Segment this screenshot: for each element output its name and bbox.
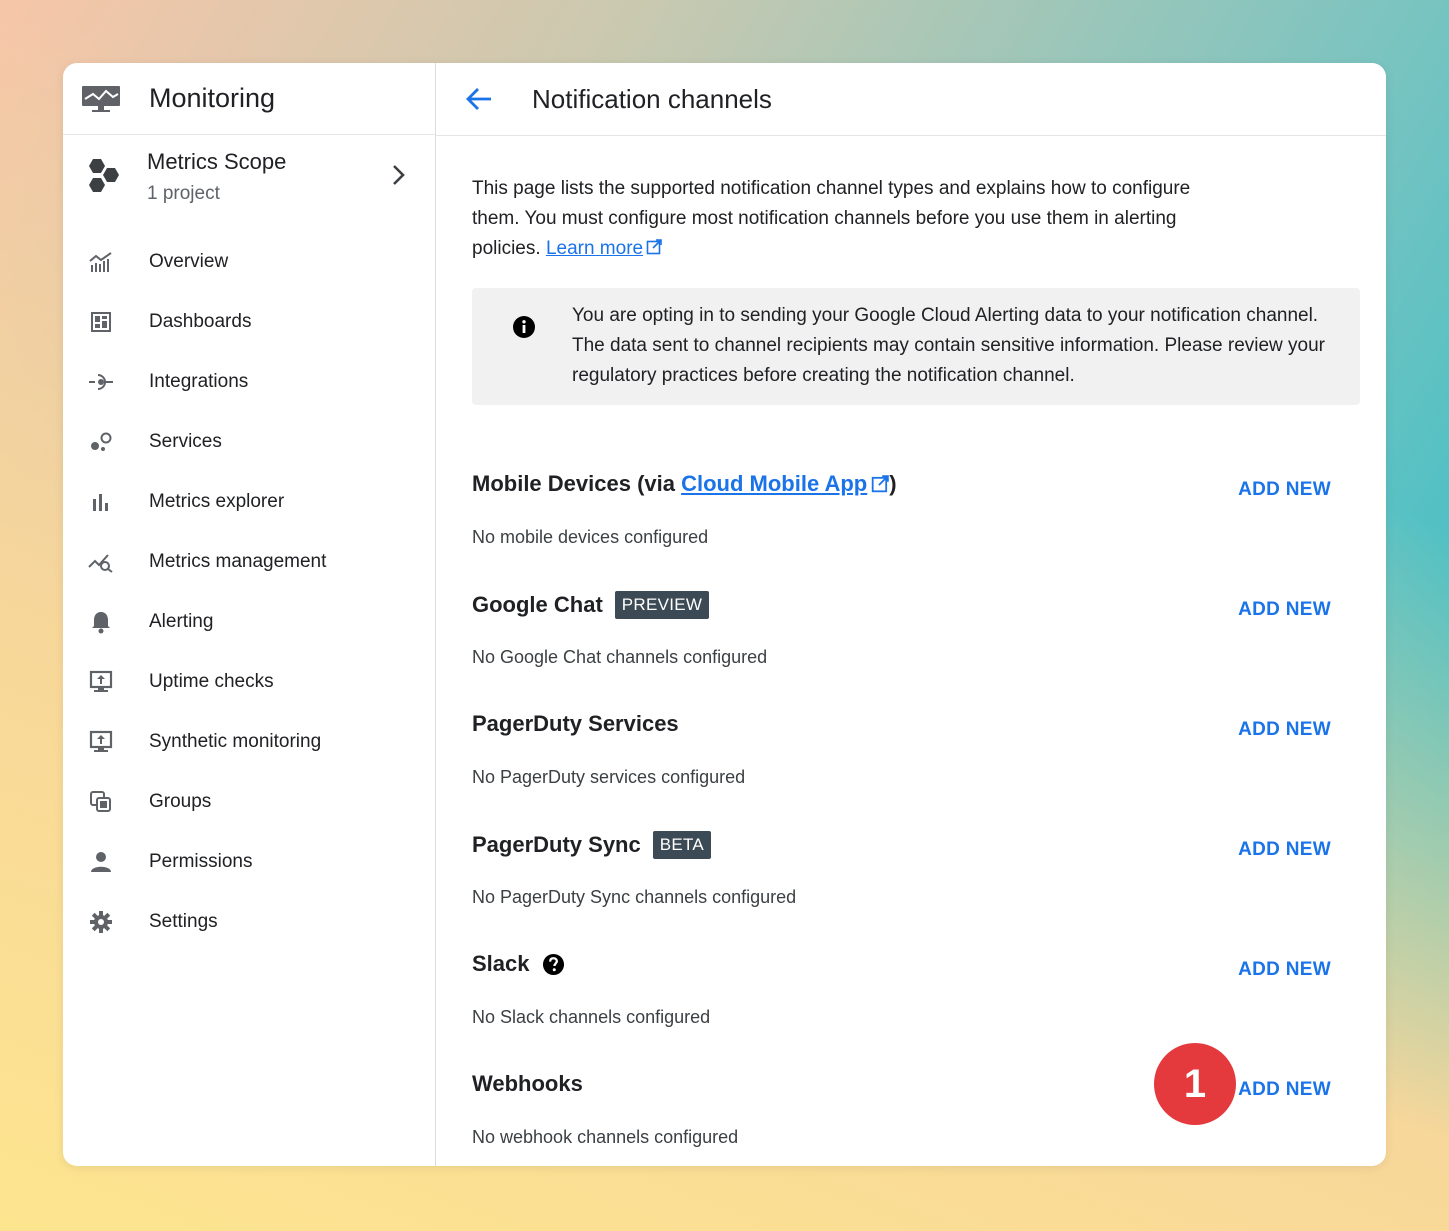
channel-title: Google Chat PREVIEW [472, 591, 710, 619]
sidebar-item-dashboards[interactable]: Dashboards [63, 292, 435, 352]
sidebar: Monitoring Metrics Scope 1 project Overv… [63, 63, 436, 1166]
sidebar-item-integrations[interactable]: Integrations [63, 352, 435, 412]
channel-title: PagerDuty Sync BETA [472, 831, 712, 859]
notice-text: You are opting in to sending your Google… [572, 305, 1326, 386]
step-number-badge: 1 [1154, 1043, 1236, 1125]
main-content: Notification channels This page lists th… [436, 63, 1386, 1166]
sidebar-item-services[interactable]: Services [63, 412, 435, 472]
sidebar-item-groups[interactable]: Groups [63, 772, 435, 832]
learn-more-link[interactable]: Learn more [546, 238, 643, 259]
sidebar-item-label: Integrations [149, 371, 249, 392]
add-new-slack-button[interactable]: ADD NEW [1238, 959, 1331, 981]
overview-icon [89, 252, 112, 272]
sidebar-item-label: Services [149, 431, 222, 452]
channel-title: Mobile Devices (via Cloud Mobile App ) [472, 471, 897, 497]
sidebar-item-label: Metrics management [149, 551, 327, 572]
app-window: Monitoring Metrics Scope 1 project Overv… [63, 63, 1386, 1166]
add-new-mobile-button[interactable]: ADD NEW [1238, 479, 1331, 501]
sidebar-nav: Overview Dashboards Integrations Service… [63, 232, 435, 952]
channel-slack: Slack ADD NEW No Slack channels configur… [472, 933, 1360, 1053]
monitor-icon [89, 670, 113, 692]
sidebar-item-metrics-explorer[interactable]: Metrics explorer [63, 472, 435, 532]
hexagons-icon [89, 159, 119, 192]
gear-icon [90, 911, 112, 933]
channel-status: No Slack channels configured [472, 1007, 711, 1027]
add-new-google-chat-button[interactable]: ADD NEW [1238, 599, 1331, 621]
groups-icon [90, 791, 111, 812]
page-header: Notification channels [436, 63, 1386, 136]
intro-text: This page lists the supported notificati… [472, 178, 1191, 259]
channel-status: No webhook channels configured [472, 1127, 739, 1147]
sidebar-item-metrics-management[interactable]: Metrics management [63, 532, 435, 592]
external-link-icon [872, 475, 890, 493]
monitor-icon [89, 730, 113, 752]
sidebar-item-label: Alerting [149, 611, 214, 632]
add-new-pagerduty-sync-button[interactable]: ADD NEW [1238, 839, 1331, 861]
app-title: Monitoring [149, 83, 276, 113]
sidebar-item-overview[interactable]: Overview [63, 232, 435, 292]
dashboards-icon [91, 312, 111, 332]
channel-status: No mobile devices configured [472, 527, 709, 547]
back-arrow-icon[interactable] [464, 84, 494, 114]
sidebar-header: Monitoring [63, 63, 435, 135]
sidebar-item-permissions[interactable]: Permissions [63, 832, 435, 892]
metrics-scope[interactable]: Metrics Scope 1 project [63, 135, 435, 215]
channel-status: No Google Chat channels configured [472, 647, 768, 667]
integrations-icon [89, 374, 113, 390]
add-new-webhooks-button[interactable]: ADD NEW [1238, 1079, 1331, 1101]
opt-in-notice: You are opting in to sending your Google… [472, 288, 1360, 405]
external-link-icon [646, 239, 662, 255]
channel-mobile-devices: Mobile Devices (via Cloud Mobile App ) A… [472, 453, 1360, 573]
metrics-management-icon [88, 554, 113, 573]
add-new-pagerduty-button[interactable]: ADD NEW [1238, 719, 1331, 741]
channel-title: Webhooks [472, 1071, 583, 1096]
sidebar-item-label: Groups [149, 791, 212, 812]
person-icon [91, 852, 111, 872]
sidebar-item-label: Dashboards [149, 311, 252, 332]
sidebar-item-synthetic-monitoring[interactable]: Synthetic monitoring [63, 712, 435, 772]
sidebar-item-uptime-checks[interactable]: Uptime checks [63, 652, 435, 712]
channel-pagerduty-sync: PagerDuty Sync BETA ADD NEW No PagerDuty… [472, 813, 1360, 933]
sidebar-item-label: Synthetic monitoring [149, 731, 322, 752]
info-icon [513, 316, 535, 338]
channel-pagerduty-services: PagerDuty Services ADD NEW No PagerDuty … [472, 693, 1360, 813]
sidebar-item-label: Uptime checks [149, 671, 274, 692]
help-icon[interactable] [542, 953, 565, 976]
preview-badge: PREVIEW [614, 591, 710, 619]
sidebar-item-settings[interactable]: Settings [63, 892, 435, 952]
chevron-right-icon[interactable] [389, 163, 407, 187]
monitoring-logo-icon [82, 85, 120, 112]
channel-title: PagerDuty Services [472, 711, 679, 736]
beta-badge: BETA [652, 831, 712, 859]
channel-status: No PagerDuty Sync channels configured [472, 887, 797, 907]
sidebar-item-label: Overview [149, 251, 229, 272]
channel-status: No PagerDuty services configured [472, 767, 746, 787]
sidebar-item-alerting[interactable]: Alerting [63, 592, 435, 652]
channel-title: Slack [472, 951, 565, 977]
channel-google-chat: Google Chat PREVIEW ADD NEW No Google Ch… [472, 573, 1360, 693]
scope-subtitle: 1 project [147, 183, 220, 204]
cloud-mobile-app-link[interactable]: Cloud Mobile App [681, 471, 867, 497]
bar-chart-icon [93, 494, 108, 511]
scope-name: Metrics Scope [147, 149, 287, 174]
services-icon [91, 432, 112, 451]
bell-icon [92, 612, 110, 634]
sidebar-item-label: Permissions [149, 851, 253, 872]
page-title: Notification channels [532, 83, 772, 114]
sidebar-item-label: Settings [149, 911, 218, 932]
sidebar-item-label: Metrics explorer [149, 491, 285, 512]
